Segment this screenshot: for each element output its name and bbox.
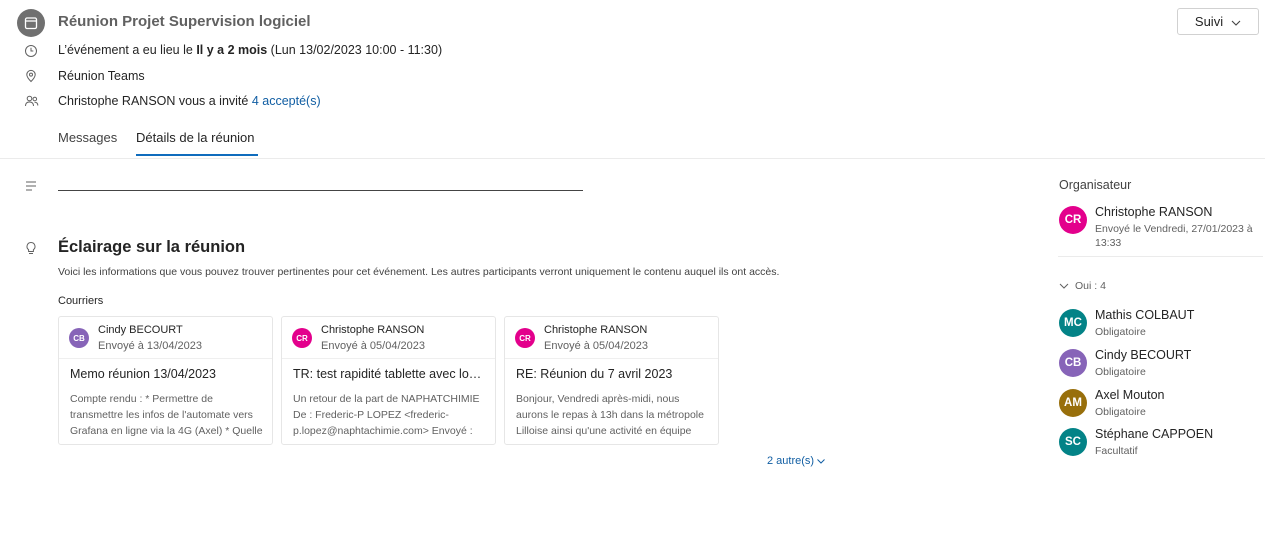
event-time-prefix: L’événement a eu lieu le — [58, 43, 193, 57]
mail-date: Envoyé à 13/04/2023 — [98, 340, 202, 352]
mail-subject: RE: Réunion du 7 avril 2023 — [516, 367, 673, 381]
mail-sender: Christophe RANSON — [321, 324, 425, 336]
attendee-name[interactable]: Mathis COLBAUT — [1095, 308, 1194, 322]
chevron-down-icon — [1059, 280, 1069, 292]
chevron-down-icon — [817, 455, 825, 467]
attendees-group-label: Oui : 4 — [1075, 280, 1106, 292]
avatar: CR — [292, 328, 312, 348]
mails-label: Courriers — [58, 295, 104, 307]
insights-description: Voici les informations que vous pouvez t… — [58, 266, 780, 278]
mail-sender: Christophe RANSON — [544, 324, 648, 336]
avatar: MC — [1059, 309, 1087, 337]
attendee-role: Obligatoire — [1095, 366, 1146, 378]
card-divider — [282, 358, 495, 359]
clock-icon — [23, 43, 39, 59]
event-invite: Christophe RANSON vous a invité 4 accept… — [58, 94, 321, 108]
tab-meeting-details[interactable]: Détails de la réunion — [136, 130, 255, 145]
attendee-role: Obligatoire — [1095, 326, 1146, 338]
mail-card[interactable]: CR Christophe RANSON Envoyé à 05/04/2023… — [504, 316, 719, 445]
attendee-name[interactable]: Cindy BECOURT — [1095, 348, 1191, 362]
card-divider — [505, 358, 718, 359]
attendee-name[interactable]: Stéphane CAPPOEN — [1095, 427, 1213, 441]
mail-date: Envoyé à 05/04/2023 — [321, 340, 425, 352]
mail-card[interactable]: CB Cindy BECOURT Envoyé à 13/04/2023 Mem… — [58, 316, 273, 445]
insights-title: Éclairage sur la réunion — [58, 238, 246, 256]
mail-preview: Bonjour, Vendredi après-midi, nous auron… — [516, 393, 704, 437]
organizer-label: Organisateur — [1059, 178, 1132, 192]
avatar: SC — [1059, 428, 1087, 456]
follow-button-label: Suivi — [1194, 14, 1224, 29]
tab-messages[interactable]: Messages — [58, 130, 117, 145]
header-divider — [0, 158, 1265, 159]
attendee-role: Facultatif — [1095, 445, 1138, 457]
card-divider — [59, 358, 272, 359]
notes-underscore-line — [58, 190, 583, 191]
people-icon — [23, 93, 39, 109]
mail-subject: Memo réunion 13/04/2023 — [70, 367, 216, 381]
avatar: CR — [515, 328, 535, 348]
follow-button[interactable]: Suivi — [1177, 8, 1259, 35]
event-location: Réunion Teams — [58, 69, 145, 83]
avatar: CB — [1059, 349, 1087, 377]
mail-preview: Compte rendu : * Permettre de transmettr… — [70, 393, 263, 437]
organizer-name[interactable]: Christophe RANSON — [1095, 205, 1212, 219]
chevron-down-icon — [1231, 14, 1241, 29]
active-tab-indicator — [136, 154, 258, 156]
attendee-name[interactable]: Axel Mouton — [1095, 388, 1164, 402]
mail-date: Envoyé à 05/04/2023 — [544, 340, 648, 352]
event-time: L’événement a eu lieu le Il y a 2 mois (… — [58, 43, 442, 57]
mail-preview: Un retour de la part de NAPHATCHIMIE De … — [293, 393, 480, 437]
event-time-detail: (Lun 13/02/2023 10:00 - 11:30) — [270, 43, 443, 57]
mail-card[interactable]: CR Christophe RANSON Envoyé à 05/04/2023… — [281, 316, 496, 445]
accepted-link[interactable]: 4 accepté(s) — [252, 94, 321, 108]
lightbulb-icon — [23, 240, 39, 256]
invite-text: Christophe RANSON vous a invité — [58, 94, 249, 108]
calendar-event-icon — [17, 9, 45, 37]
avatar: CR — [1059, 206, 1087, 234]
event-title: Réunion Projet Supervision logiciel — [58, 13, 311, 30]
attendee-role: Obligatoire — [1095, 406, 1146, 418]
organizer-sent: Envoyé le Vendredi, 27/01/2023 à 13:33 — [1095, 223, 1253, 249]
location-icon — [23, 68, 39, 84]
avatar: CB — [69, 328, 89, 348]
mail-sender: Cindy BECOURT — [98, 324, 183, 336]
more-mails-link[interactable]: 2 autre(s) — [767, 455, 825, 467]
attendees-group-toggle[interactable]: Oui : 4 — [1059, 280, 1106, 292]
right-panel-divider — [1058, 256, 1263, 257]
notes-icon — [23, 178, 39, 194]
mail-subject: TR: test rapidité tablette avec log... — [293, 367, 486, 381]
more-mails-label: 2 autre(s) — [767, 455, 815, 467]
avatar: AM — [1059, 389, 1087, 417]
event-time-relative: Il y a 2 mois — [196, 43, 268, 57]
